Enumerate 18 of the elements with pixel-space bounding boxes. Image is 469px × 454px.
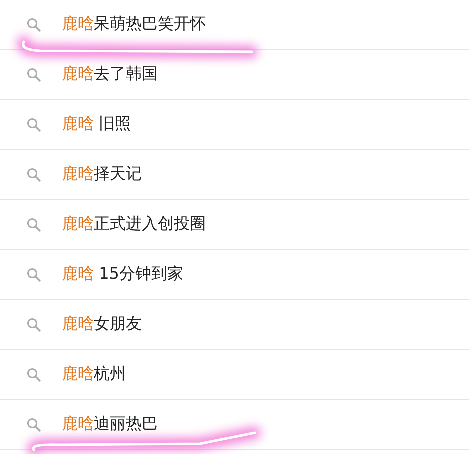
search-icon bbox=[27, 118, 41, 132]
suggestion-item[interactable]: 鹿晗正式进入创投圈 bbox=[0, 200, 469, 250]
suggestion-item[interactable]: 鹿晗杭州 bbox=[0, 350, 469, 400]
search-icon bbox=[27, 268, 41, 282]
search-icon bbox=[27, 18, 41, 32]
suggestion-item[interactable]: 鹿晗 15分钟到家 bbox=[0, 250, 469, 300]
suggestion-item[interactable]: 鹿晗呆萌热巴笑开怀 bbox=[0, 0, 469, 50]
suggestion-item[interactable]: 鹿晗女朋友 bbox=[0, 300, 469, 350]
search-icon bbox=[27, 218, 41, 232]
suggestion-item[interactable]: 鹿晗去了韩国 bbox=[0, 50, 469, 100]
search-icon bbox=[27, 318, 41, 332]
search-icon bbox=[27, 418, 41, 432]
search-icon bbox=[27, 368, 41, 382]
search-icon bbox=[27, 68, 41, 82]
search-icon bbox=[27, 168, 41, 182]
suggestion-item[interactable]: 鹿晗 旧照 bbox=[0, 100, 469, 150]
suggestion-item[interactable]: 鹿晗迪丽热巴 bbox=[0, 400, 469, 450]
suggestion-item[interactable]: 鹿晗择天记 bbox=[0, 150, 469, 200]
